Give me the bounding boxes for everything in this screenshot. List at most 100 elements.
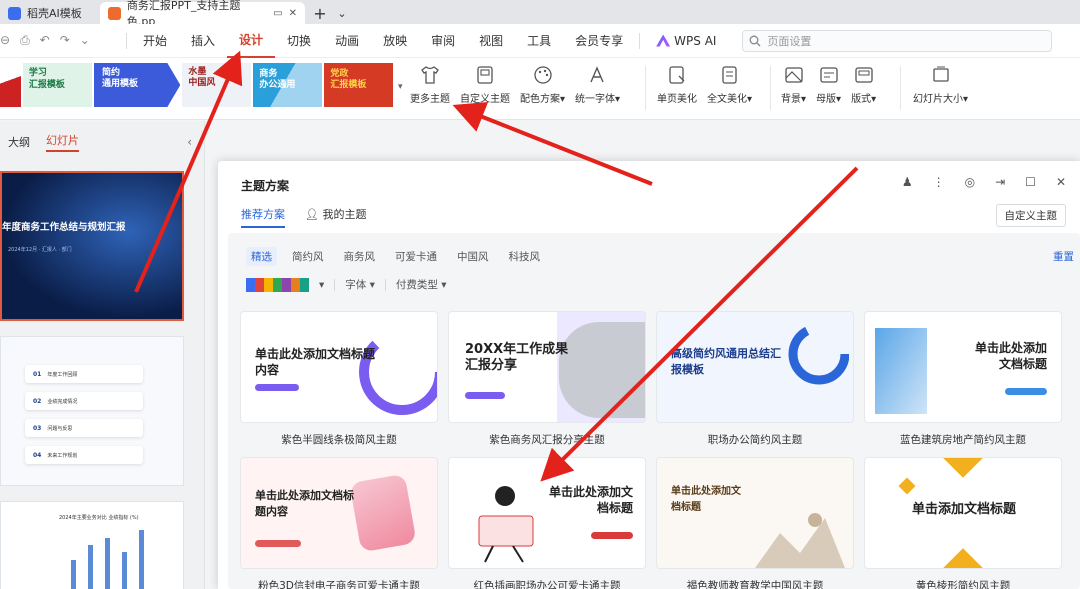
beautify-group: 单页美化 全文美化▾ [652,64,757,105]
theme-thumb-text: 商务 [259,69,278,79]
gallery-expand-button[interactable]: ▾ [395,63,405,111]
full-beautify-button[interactable]: 全文美化▾ [702,64,757,105]
close-icon[interactable]: ✕ [289,8,297,19]
menu-tab[interactable]: 动画 [323,24,371,58]
menu-tab[interactable]: 切换 [275,24,323,58]
master-button[interactable]: 母版▾ [811,64,846,105]
unify-font-button[interactable]: 统一字体▾ [570,64,625,105]
slide-size-button[interactable]: 幻灯片大小▾ [908,64,973,105]
layout-button[interactable]: 版式▾ [846,64,881,105]
theme-preview: 单击此处添加文档标题 [656,457,854,569]
theme-preview: 20XX年工作成果汇报分享 [448,311,646,423]
category-chip[interactable]: 精选 [246,247,277,266]
collapse-icon[interactable]: ‹ [187,135,192,149]
color-scheme-button[interactable]: 配色方案▾ [515,64,570,105]
tab-daoke-ai[interactable]: 稻壳AI模板 [0,2,100,24]
theme-thumb[interactable]: 党政 汇报模板 [324,63,394,107]
theme-dialog: 主题方案 ♟ ⋮ ◎ ⇥ ☐ ✕ 推荐方案 👤︎ 我的主题 自定义主题 精选 简约… [218,161,1080,589]
maximize-icon[interactable]: ☐ [1025,175,1036,189]
chevron-down-icon[interactable]: ▾ [319,279,324,291]
new-tab-button[interactable]: + [305,2,335,24]
color-filter[interactable] [246,277,309,292]
theme-card[interactable]: 单击此处添加文档标题 褐色教师教育教学中国风主题 [656,457,854,589]
agenda-item: 03 问题与反思 [25,419,143,437]
chevron-down-icon: ⌄ [337,6,347,20]
pay-type-filter[interactable]: 付费类型 ▾ [396,277,447,292]
theme-card[interactable]: 单击此处添加文档标题内容 紫色半圆线条极简风主题 [240,311,438,446]
theme-card[interactable]: 单击添加文档标题 黄色棱形简约风主题 [864,457,1062,589]
user-icon[interactable]: ♟ [902,175,913,189]
tab-recommended[interactable]: 推荐方案 [241,206,285,228]
monitor-icon[interactable]: ▭ [273,8,282,19]
save-icon[interactable]: ⊖ [0,33,10,48]
more-icon[interactable]: ⋮ [933,175,945,189]
category-chip[interactable]: 中国风 [452,247,494,266]
theme-card[interactable]: 单击此处添加文档标题 红色插画职场办公可爱卡通主题 [448,457,646,589]
menu-tab[interactable]: 审阅 [419,24,467,58]
single-page-beautify-button[interactable]: 单页美化 [652,64,702,105]
redo-icon[interactable]: ↷ [60,33,70,48]
chevron-down-icon: ▾ [397,82,403,92]
dropdown-icon: ▾ [963,94,969,105]
slide-panel: 大纲 幻灯片 ‹ 年度商务工作总结与规划汇报 2024年12月 · 汇报人 · … [0,121,205,589]
tab-outline[interactable]: 大纲 [8,134,30,150]
diamond-decoration [898,477,916,495]
theme-thumb[interactable]: 商务 办公通用 [253,63,323,107]
tab-slides[interactable]: 幻灯片 [46,132,79,152]
menu-tab[interactable]: 视图 [467,24,515,58]
tab-document[interactable]: 商务汇报PPT_支持主题色.pp ▭ ✕ [100,0,305,28]
category-chip[interactable]: 简约风 [287,247,329,266]
theme-card[interactable]: 单击此处添加文档标题内容 粉色3D信封电子商务可爱卡通主题 [240,457,438,589]
theme-thumb[interactable]: 学习 汇报模板 [22,63,92,107]
chevron-down-icon[interactable]: ⌄ [80,33,90,48]
menu-tab[interactable]: 工具 [515,24,563,58]
settings-icon[interactable]: ◎ [965,175,975,189]
theme-thumb-text: 汇报模板 [28,80,65,90]
menu-tab[interactable]: 会员专享 [563,24,635,58]
tab-my-themes[interactable]: 👤︎ 我的主题 [305,206,366,228]
slide-thumbnail-1[interactable]: 年度商务工作总结与规划汇报 2024年12月 · 汇报人 · 部门 [0,171,184,321]
preview-tag [1005,388,1047,395]
palette-icon [533,66,552,84]
menu-tab[interactable]: 设计 [227,24,276,58]
theme-preview: 单击此处添加文档标题内容 [240,311,438,423]
custom-theme-button[interactable]: 自定义主题 [995,204,1066,227]
reset-button[interactable]: 重置 [1053,249,1074,264]
background-button[interactable]: 背景▾ [776,64,811,105]
slide-thumbnail-2[interactable]: 01 年度工作回顾 02 业绩完成情况 03 问题与反思 04 未来工作规划 [0,336,184,486]
tab-list-button[interactable]: ⌄ [335,2,349,24]
undo-icon[interactable]: ↶ [40,33,50,48]
font-filter[interactable]: 字体 ▾ [345,277,375,292]
print-icon[interactable]: ⎙ [20,33,30,48]
panel-tabs: 大纲 幻灯片 ‹ [0,121,204,163]
category-chip[interactable]: 商务风 [339,247,381,266]
theme-tools-group: 更多主题 自定义主题 配色方案▾ 统一字体▾ [405,64,625,105]
agenda-number: 02 [33,397,42,405]
theme-thumb[interactable]: 水墨 中国风 [182,63,252,107]
theme-card[interactable]: 20XX年工作成果汇报分享 紫色商务风汇报分享主题 [448,311,646,446]
theme-card[interactable]: 单击此处添加文档标题 蓝色建筑房地产简约风主题 [864,311,1062,446]
menu-tab[interactable]: 放映 [371,24,419,58]
category-chip[interactable]: 可爱卡通 [390,247,442,266]
slide-thumbnail-3[interactable]: 2024年主要业务对比 业绩指标 (%) [0,501,184,589]
menu-tab[interactable]: 开始 [131,24,179,58]
button-label: 版式 [851,94,872,105]
close-icon[interactable]: ✕ [1056,175,1066,189]
category-chip[interactable]: 科技风 [504,247,546,266]
agenda-number: 04 [33,451,42,459]
login-icon[interactable]: ⇥ [995,175,1005,189]
color-swatch [246,277,255,292]
dropdown-icon: ▾ [747,94,753,105]
theme-thumb-text: 通用模板 [101,79,138,89]
search-input[interactable]: 页面设置 [742,29,1053,52]
menu-items: 开始 插入 设计 切换 动画 放映 审阅 视图 工具 会员专享 [131,24,635,58]
wps-ai-button[interactable]: WPS AI [644,24,728,58]
theme-card[interactable]: 高级简约风通用总结汇报模板 职场办公简约风主题 [656,311,854,446]
custom-theme-button[interactable]: 自定义主题 [455,64,515,105]
more-themes-button[interactable]: 更多主题 [405,64,455,105]
theme-thumb-red[interactable] [0,63,21,107]
theme-thumb[interactable]: 简约 通用模板 [93,63,181,107]
menu-tab[interactable]: 插入 [179,24,227,58]
dropdown-icon: ▾ [836,94,842,105]
dropdown-icon: ▾ [801,94,807,105]
